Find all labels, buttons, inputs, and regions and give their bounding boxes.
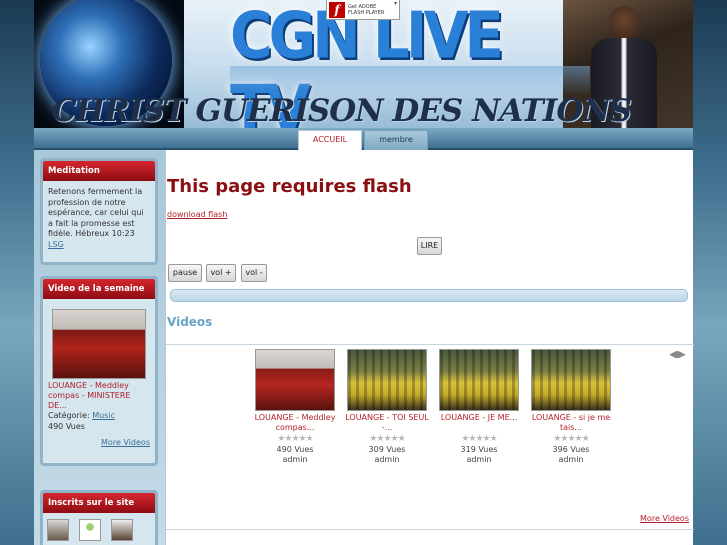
more-videos-link[interactable]: More Videos [640, 514, 689, 523]
video-thumbnail[interactable] [255, 349, 335, 411]
video-title-link[interactable]: LOUANGE - TOI SEUL -... [344, 413, 430, 433]
avatar[interactable] [79, 519, 101, 541]
video-card: LOUANGE - Meddley compas... ★★★★★ 490 Vu… [252, 349, 338, 465]
video-views: 396 Vues [552, 445, 590, 454]
get-flash-player-badge[interactable]: f Get ADOBE FLASH PLAYER ▾ [326, 0, 400, 20]
sidebar-more-videos-wrap: More Videos [48, 438, 150, 449]
video-card: LOUANGE - si je me tais... ★★★★★ 396 Vue… [528, 349, 614, 465]
star-rating-icon[interactable]: ★★★★★ [344, 434, 430, 444]
video-views: 309 Vues [368, 445, 406, 454]
flash-badge-line2: FLASH PLAYER [348, 9, 385, 16]
video-views: 490 Vues [276, 445, 314, 454]
flash-icon: f [329, 1, 345, 18]
volume-up-button[interactable]: vol + [206, 264, 236, 282]
video-views: 319 Vues [460, 445, 498, 454]
video-title-link[interactable]: LOUANGE - JE ME... [436, 413, 522, 433]
divider [166, 529, 694, 530]
play-button[interactable]: LIRE [417, 237, 442, 255]
pause-button[interactable]: pause [168, 264, 202, 282]
video-thumbnail[interactable] [439, 349, 519, 411]
main-navigation: ACCUEIL membre [34, 128, 693, 150]
preacher-head [609, 6, 639, 40]
video-author: admin [282, 455, 308, 464]
meditation-body: Retenons fermement la profession de notr… [43, 181, 155, 256]
badge-collapse-icon[interactable]: ▾ [394, 0, 397, 7]
video-of-week-link[interactable]: LOUANGE - Meddley compas - MINISTERE DE.… [48, 381, 150, 411]
video-of-week-box: Video de la semaine LOUANGE - Meddley co… [40, 276, 158, 466]
tab-accueil[interactable]: ACCUEIL [298, 130, 362, 150]
member-avatar-list [43, 513, 155, 545]
video-of-week-category: Catégorie: Music [48, 411, 150, 422]
category-label: Catégorie: [48, 411, 90, 420]
meditation-ref-link[interactable]: LSG [48, 240, 64, 249]
video-author: admin [466, 455, 492, 464]
meditation-box: Meditation Retenons fermement la profess… [40, 158, 158, 265]
sidebar-more-videos-link[interactable]: More Videos [101, 438, 150, 447]
divider [166, 344, 694, 345]
video-title-link[interactable]: LOUANGE - si je me tais... [528, 413, 614, 433]
banner-title-reflection [230, 66, 590, 96]
site-banner: CGN LIVE TV CHRIST GUERISON DES NATIONS … [34, 0, 693, 128]
category-link[interactable]: Music [92, 411, 115, 420]
star-rating-icon[interactable]: ★★★★★ [528, 434, 614, 444]
members-title: Inscrits sur le site [43, 493, 155, 513]
player-progress-bar[interactable] [170, 289, 688, 302]
video-of-week-views: 490 Vues [48, 421, 85, 431]
star-rating-icon[interactable]: ★★★★★ [436, 434, 522, 444]
video-author: admin [374, 455, 400, 464]
video-of-week-thumbnail[interactable] [52, 309, 146, 379]
video-author: admin [558, 455, 584, 464]
meditation-text: Retenons fermement la profession de notr… [48, 187, 144, 238]
carousel-nav-icon[interactable]: ◀▮▶ [669, 350, 686, 360]
avatar[interactable] [111, 519, 133, 541]
videos-heading: Videos [167, 315, 213, 329]
flash-badge-text: Get ADOBE FLASH PLAYER [348, 4, 384, 16]
video-card: LOUANGE - TOI SEUL -... ★★★★★ 309 Vues a… [344, 349, 430, 465]
members-box: Inscrits sur le site [40, 490, 158, 545]
star-rating-icon[interactable]: ★★★★★ [252, 434, 338, 444]
video-title-link[interactable]: LOUANGE - Meddley compas... [252, 413, 338, 433]
volume-down-button[interactable]: vol - [241, 264, 267, 282]
meditation-title: Meditation [43, 161, 155, 181]
banner-subtitle: CHRIST GUERISON DES NATIONS [52, 93, 632, 128]
main-content: This page requires flash download flash … [165, 150, 694, 545]
video-carousel: LOUANGE - Meddley compas... ★★★★★ 490 Vu… [252, 349, 622, 469]
video-thumbnail[interactable] [531, 349, 611, 411]
video-of-week-title: Video de la semaine [43, 279, 155, 299]
tab-membre[interactable]: membre [364, 130, 428, 150]
flash-required-heading: This page requires flash [167, 176, 412, 197]
video-card: LOUANGE - JE ME... ★★★★★ 319 Vues admin [436, 349, 522, 465]
download-flash-link[interactable]: download flash [167, 210, 227, 219]
avatar[interactable] [47, 519, 69, 541]
left-sidebar: Meditation Retenons fermement la profess… [34, 150, 165, 545]
video-thumbnail[interactable] [347, 349, 427, 411]
video-of-week-body: LOUANGE - Meddley compas - MINISTERE DE.… [43, 299, 155, 455]
